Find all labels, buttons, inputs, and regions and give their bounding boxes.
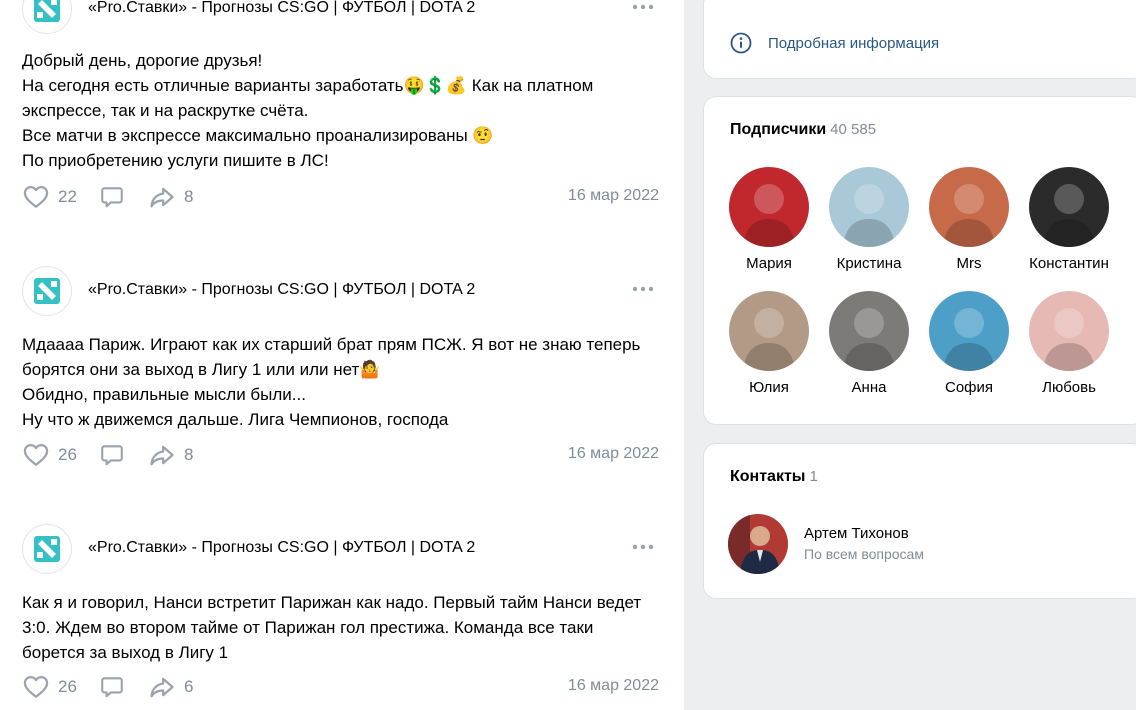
heart-icon <box>23 443 49 466</box>
subscriber-name: Юлия <box>749 379 789 396</box>
like-count: 22 <box>58 187 77 206</box>
subscriber-name: Константин <box>1029 255 1109 272</box>
contacts-title[interactable]: Контакты 1 <box>730 468 818 486</box>
subscribers-count: 40 585 <box>830 121 877 138</box>
share-button[interactable]: 8 <box>148 182 193 212</box>
post-text: Как я и говорил, Нанси встретит Парижан … <box>22 593 642 662</box>
subscribers-card: Подписчики 40 585 Мария Кристина Mrs Констан… <box>704 97 1136 424</box>
group-name[interactable]: «Pro.Ставки» - Прогнозы CS:GO | ФУТБОЛ |… <box>88 281 475 299</box>
subscriber-item[interactable]: Кристина <box>821 167 917 272</box>
comment-button[interactable] <box>99 440 125 470</box>
dota-logo-icon <box>34 0 60 22</box>
subscriber-avatar[interactable] <box>729 167 809 247</box>
subscriber-avatar[interactable] <box>829 167 909 247</box>
contact-name[interactable]: Артем Тихонов <box>804 525 909 542</box>
subscriber-name: Любовь <box>1042 379 1096 396</box>
dota-logo-icon <box>34 278 60 304</box>
more-icon[interactable] <box>632 3 654 11</box>
group-avatar[interactable] <box>22 524 72 574</box>
subscriber-avatar[interactable] <box>1029 167 1109 247</box>
post-header: «Pro.Ставки» - Прогнозы CS:GO | ФУТБОЛ |… <box>22 524 662 574</box>
subscriber-avatar[interactable] <box>1029 291 1109 371</box>
contact-role: По всем вопросам <box>804 546 924 562</box>
post-actions: 22 8 16 мар 2022 <box>22 182 662 212</box>
subscribers-title[interactable]: Подписчики 40 585 <box>730 121 876 139</box>
like-button[interactable]: 26 <box>22 440 77 470</box>
wall-post: «Pro.Ставки» - Прогнозы CS:GO | ФУТБОЛ |… <box>0 0 684 222</box>
like-button[interactable]: 22 <box>22 182 77 212</box>
share-icon <box>150 445 174 466</box>
subscriber-name: София <box>944 379 994 396</box>
subscriber-item[interactable]: Mrs <box>921 167 1017 272</box>
subscriber-item[interactable]: София <box>921 291 1017 396</box>
subscriber-name: Анна <box>851 379 887 396</box>
more-icon[interactable] <box>632 285 654 293</box>
subscriber-name: Кристина <box>836 255 902 272</box>
info-card: Подробная информация <box>704 0 1136 78</box>
wall-feed: «Pro.Ставки» - Прогнозы CS:GO | ФУТБОЛ |… <box>0 0 684 710</box>
post-text: Добрый день, дорогие друзья! На сегодня … <box>22 51 594 170</box>
wall-post: «Pro.Ставки» - Прогнозы CS:GO | ФУТБОЛ |… <box>0 524 684 710</box>
dota-logo-icon <box>34 536 60 562</box>
subscriber-avatar[interactable] <box>929 167 1009 247</box>
info-link-label: Подробная информация <box>768 34 940 52</box>
share-button[interactable]: 8 <box>148 440 193 470</box>
group-name[interactable]: «Pro.Ставки» - Прогнозы CS:GO | ФУТБОЛ |… <box>88 0 475 17</box>
share-button[interactable]: 6 <box>148 672 193 702</box>
share-count: 8 <box>184 445 194 464</box>
group-avatar[interactable] <box>22 0 72 34</box>
comment-button[interactable] <box>99 182 125 212</box>
share-count: 6 <box>184 677 194 696</box>
comment-icon <box>101 187 123 208</box>
like-count: 26 <box>58 677 77 696</box>
like-button[interactable]: 26 <box>22 672 77 702</box>
more-icon[interactable] <box>632 543 654 551</box>
subscriber-item[interactable]: Юлия <box>721 291 817 396</box>
group-avatar[interactable] <box>22 266 72 316</box>
subscriber-avatar[interactable] <box>829 291 909 371</box>
info-link[interactable]: Подробная информация <box>730 32 939 54</box>
post-date[interactable]: 16 мар 2022 <box>568 187 659 205</box>
subscribers-title-label: Подписчики <box>730 121 827 138</box>
subscriber-avatar[interactable] <box>729 291 809 371</box>
post-text: Мдаааа Париж. Играют как их старший брат… <box>22 335 641 429</box>
contacts-card: Контакты 1 Артем Тихонов По всем вопросам <box>704 444 1136 598</box>
contacts-title-label: Контакты <box>730 468 806 485</box>
group-name[interactable]: «Pro.Ставки» - Прогнозы CS:GO | ФУТБОЛ |… <box>88 539 475 557</box>
share-icon <box>150 187 174 208</box>
heart-icon <box>23 675 49 698</box>
subscriber-item[interactable]: Мария <box>721 167 817 272</box>
subscriber-item[interactable]: Любовь <box>1021 291 1117 396</box>
comment-icon <box>101 445 123 466</box>
wall-post: «Pro.Ставки» - Прогнозы CS:GO | ФУТБОЛ |… <box>0 266 684 480</box>
share-count: 8 <box>184 187 194 206</box>
contacts-count: 1 <box>809 468 818 485</box>
subscriber-item[interactable]: Константин <box>1021 167 1117 272</box>
subscriber-name: Mrs <box>956 255 982 272</box>
subscriber-avatar[interactable] <box>929 291 1009 371</box>
post-actions: 26 6 16 мар 2022 <box>22 672 662 702</box>
post-header: «Pro.Ставки» - Прогнозы CS:GO | ФУТБОЛ |… <box>22 0 662 34</box>
post-date[interactable]: 16 мар 2022 <box>568 445 659 463</box>
contact-avatar[interactable] <box>728 514 788 574</box>
like-count: 26 <box>58 445 77 464</box>
post-header: «Pro.Ставки» - Прогнозы CS:GO | ФУТБОЛ |… <box>22 266 662 316</box>
share-icon <box>150 677 174 698</box>
subscriber-item[interactable]: Анна <box>821 291 917 396</box>
subscriber-name: Мария <box>746 255 792 272</box>
post-date[interactable]: 16 мар 2022 <box>568 677 659 695</box>
info-icon <box>730 32 752 54</box>
heart-icon <box>23 185 49 208</box>
comment-button[interactable] <box>99 672 125 702</box>
post-actions: 26 8 16 мар 2022 <box>22 440 662 470</box>
comment-icon <box>101 677 123 698</box>
